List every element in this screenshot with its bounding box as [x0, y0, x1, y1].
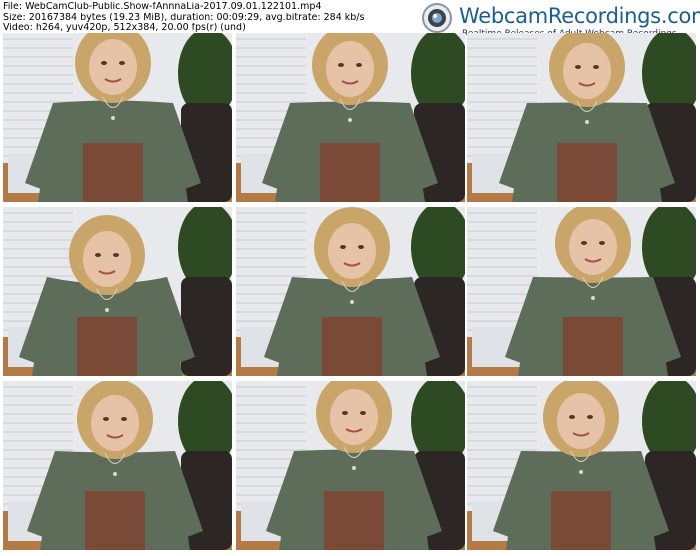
thumbnail-frame — [236, 381, 465, 550]
thumbnail-frame — [467, 381, 696, 550]
thumbnail-frame — [3, 207, 232, 376]
thumbnail-frame — [236, 207, 465, 376]
contact-sheet: File: WebCamClub-Public.Show-fAnnnaLia-2… — [0, 0, 700, 556]
thumbnail-frame — [3, 381, 232, 550]
thumbnail-frame — [3, 33, 232, 202]
thumbnail-frame — [467, 33, 696, 202]
thumbnail-frame — [467, 207, 696, 376]
thumbnail-grid — [0, 0, 700, 556]
thumbnail-frame — [236, 33, 465, 202]
